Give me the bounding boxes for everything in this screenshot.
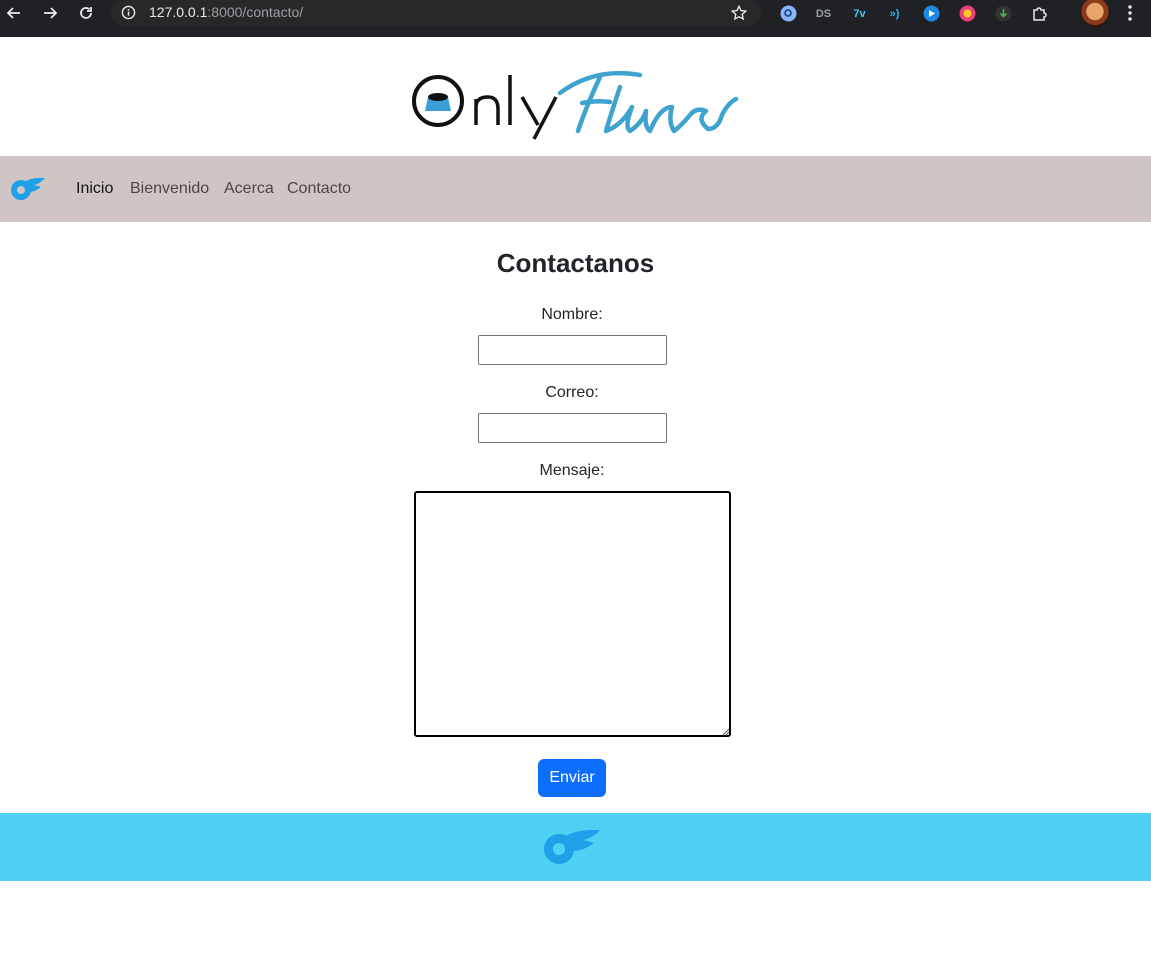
brand-logo-icon[interactable] bbox=[10, 176, 46, 202]
translate-extension-icon[interactable]: 7v bbox=[851, 5, 868, 22]
email-input[interactable] bbox=[478, 413, 667, 443]
name-label: Nombre: bbox=[541, 306, 603, 323]
search-extension-icon[interactable] bbox=[780, 5, 797, 22]
footer-brand-icon bbox=[544, 829, 600, 864]
submit-button[interactable]: Enviar bbox=[538, 759, 606, 797]
site-header bbox=[0, 37, 1151, 156]
resize-grip-icon[interactable] bbox=[721, 727, 729, 735]
player-extension-icon[interactable] bbox=[923, 5, 940, 22]
bookmark-star-icon[interactable] bbox=[730, 4, 748, 22]
forward-icon[interactable] bbox=[41, 4, 59, 22]
nav-item-bienvenido[interactable]: Bienvenido bbox=[130, 180, 209, 198]
main-navbar: Inicio Bienvenido Acerca Contacto bbox=[0, 156, 1151, 222]
puzzle-extension-icon[interactable] bbox=[1031, 5, 1048, 22]
back-icon[interactable] bbox=[5, 4, 23, 22]
site-info-icon[interactable] bbox=[121, 5, 136, 20]
message-textarea[interactable] bbox=[414, 491, 731, 737]
nav-item-inicio[interactable]: Inicio bbox=[76, 180, 113, 198]
reload-icon[interactable] bbox=[77, 4, 95, 22]
url-text: 127.0.0.1:8000/contacto/ bbox=[149, 4, 304, 20]
nav-item-acerca[interactable]: Acerca bbox=[224, 180, 274, 198]
address-bar[interactable]: 127.0.0.1:8000/contacto/ bbox=[111, 0, 761, 26]
name-input[interactable] bbox=[478, 335, 667, 365]
browser-toolbar: 127.0.0.1:8000/contacto/ DS 7v ») bbox=[0, 0, 1151, 37]
menu-kebab-icon[interactable] bbox=[1122, 4, 1138, 22]
nav-item-contacto[interactable]: Contacto bbox=[287, 180, 351, 198]
page-title: Contactanos bbox=[496, 248, 655, 278]
color-extension-icon[interactable] bbox=[959, 5, 976, 22]
profile-avatar[interactable] bbox=[1080, 0, 1110, 28]
wifi-extension-icon[interactable]: ») bbox=[886, 5, 903, 22]
ds-extension-icon[interactable]: DS bbox=[815, 5, 832, 22]
message-label: Mensaje: bbox=[539, 462, 605, 479]
download-extension-icon[interactable] bbox=[995, 5, 1012, 22]
email-label: Correo: bbox=[545, 384, 599, 401]
site-footer bbox=[0, 813, 1151, 881]
onlyflans-logo[interactable] bbox=[410, 67, 740, 143]
